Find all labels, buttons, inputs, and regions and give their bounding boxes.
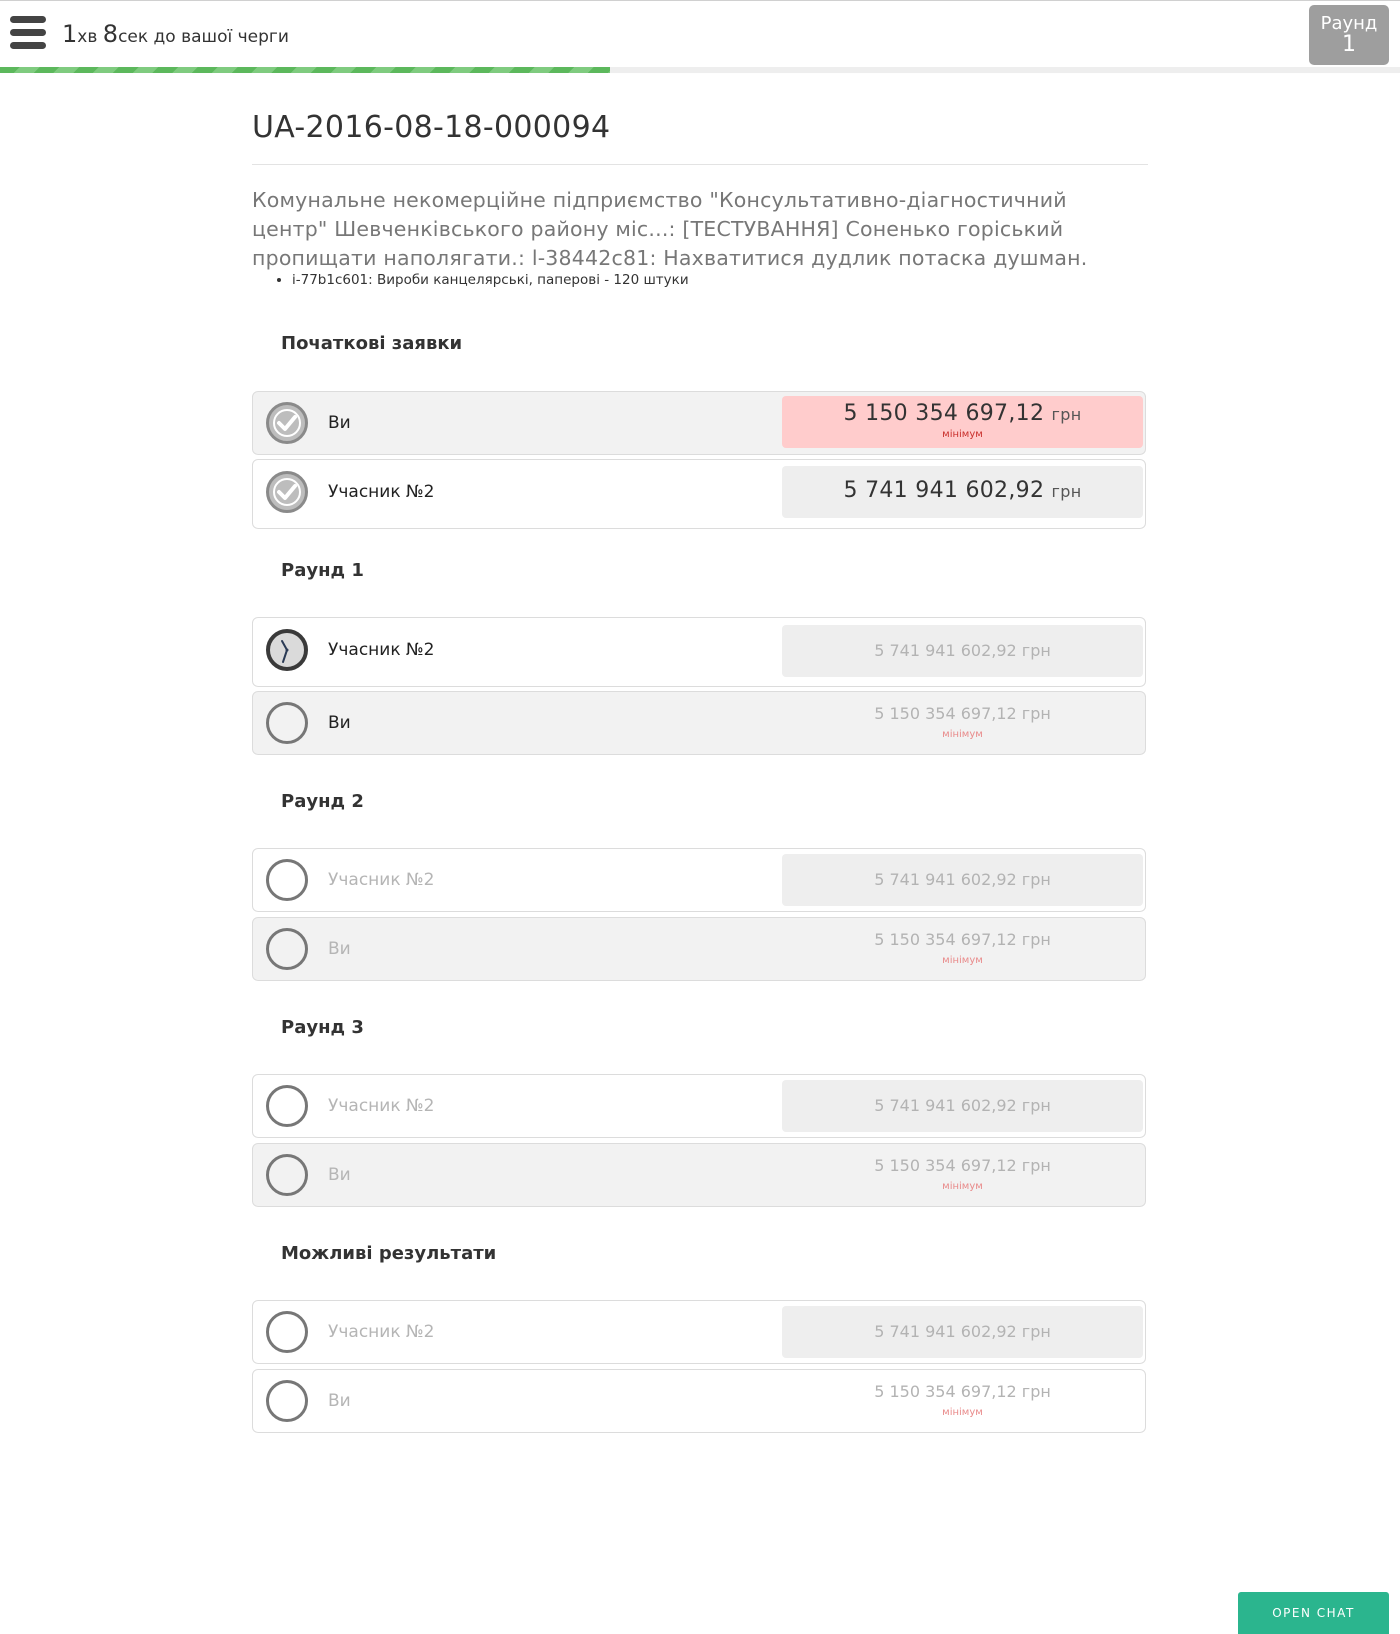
bidder-name: Ви xyxy=(328,939,351,959)
check-icon xyxy=(266,402,308,444)
bidder-name: Учасник №2 xyxy=(328,1096,435,1116)
turn-progress-fill xyxy=(0,67,611,73)
bid-row: Учасник №2 5 741 941 602,92 грн xyxy=(252,848,1146,912)
bid-amount: 5 150 354 697,12 грн xyxy=(843,401,1082,426)
tender-id: UA-2016-08-18-000094 xyxy=(252,110,611,145)
bid-row: Учасник №2 5 741 941 602,92 грн xyxy=(252,459,1146,529)
bid-amount: 5 150 354 697,12 грн xyxy=(874,1156,1051,1175)
bid-amount-box: 5 741 941 602,92 грн xyxy=(782,1306,1143,1358)
bidder-name: Ви xyxy=(328,1391,351,1411)
bid-amount-box: 5 741 941 602,92 грн xyxy=(782,466,1143,518)
menu-icon[interactable] xyxy=(10,16,46,50)
min-label: мінімум xyxy=(942,955,983,966)
section-title-initial-bids: Початкові заявки xyxy=(281,333,463,354)
bid-amount-box: 5 150 354 697,12 грн мінімум xyxy=(782,696,1143,748)
bid-amount: 5 741 941 602,92 грн xyxy=(874,870,1051,889)
bid-amount-box: 5 741 941 602,92 грн xyxy=(782,625,1143,677)
bid-amount-box: 5 150 354 697,12 грн мінімум xyxy=(782,1148,1143,1200)
bid-row: Ви 5 150 354 697,12 грн мінімум xyxy=(252,691,1146,755)
empty-circle-icon xyxy=(266,1380,308,1422)
empty-circle-icon xyxy=(266,1311,308,1353)
bid-row: Ви 5 150 354 697,12 грн мінімум xyxy=(252,917,1146,981)
bid-amount: 5 741 941 602,92 грн xyxy=(874,1096,1051,1115)
bid-row: Учасник №2 5 741 941 602,92 грн xyxy=(252,617,1146,687)
timer-seconds: 8 xyxy=(102,20,119,48)
bid-row: Ви 5 150 354 697,12 грн мінімум xyxy=(252,1143,1146,1207)
timer-minutes-unit: хв xyxy=(77,27,98,47)
bid-row: Учасник №2 5 741 941 602,92 грн xyxy=(252,1300,1146,1364)
turn-progress-bar xyxy=(0,67,1400,73)
empty-circle-icon xyxy=(266,1085,308,1127)
bidder-name: Учасник №2 xyxy=(328,870,435,890)
top-bar: 1хв 8сек до вашої черги Раунд 1 xyxy=(0,0,1400,70)
round-badge-label: Раунд xyxy=(1320,13,1378,34)
empty-circle-icon xyxy=(266,928,308,970)
bid-amount-box: 5 741 941 602,92 грн xyxy=(782,1080,1143,1132)
tender-item: i-77b1c601: Вироби канцелярські, паперов… xyxy=(292,272,689,288)
bidder-name: Ви xyxy=(328,713,351,733)
bid-amount: 5 150 354 697,12 грн xyxy=(874,704,1051,723)
timer-minutes: 1 xyxy=(62,20,78,48)
bid-row: Ви 5 150 354 697,12 грн мінімум xyxy=(252,391,1146,455)
bidder-name: Учасник №2 xyxy=(328,482,435,502)
bid-amount-box: 5 150 354 697,12 грн мінімум xyxy=(782,396,1143,448)
empty-circle-icon xyxy=(266,859,308,901)
bidder-name: Учасник №2 xyxy=(328,1322,435,1342)
bid-amount: 5 150 354 697,12 грн xyxy=(874,930,1051,949)
min-label: мінімум xyxy=(942,429,983,440)
timer-text: сек до вашої черги xyxy=(118,27,289,47)
bid-amount-box: 5 741 941 602,92 грн xyxy=(782,854,1143,906)
clock-icon xyxy=(266,629,308,671)
min-label: мінімум xyxy=(942,729,983,740)
empty-circle-icon xyxy=(266,702,308,744)
empty-circle-icon xyxy=(266,1154,308,1196)
section-title-round-3: Раунд 3 xyxy=(281,1017,364,1038)
section-title-round-2: Раунд 2 xyxy=(281,791,364,812)
min-label: мінімум xyxy=(942,1407,983,1418)
bidder-name: Ви xyxy=(328,413,351,433)
open-chat-button[interactable]: OPEN CHAT xyxy=(1238,1592,1389,1634)
bid-amount-box: 5 150 354 697,12 грн мінімум xyxy=(782,922,1143,974)
bid-amount: 5 741 941 602,92 грн xyxy=(874,1322,1051,1341)
tender-items-list: i-77b1c601: Вироби канцелярські, паперов… xyxy=(252,272,689,288)
bidder-name: Ви xyxy=(328,1165,351,1185)
min-label: мінімум xyxy=(942,1181,983,1192)
countdown-timer: 1хв 8сек до вашої черги xyxy=(62,20,289,48)
tender-description: Комунальне некомерційне підприємство "Ко… xyxy=(252,188,1088,270)
bid-row: Учасник №2 5 741 941 602,92 грн xyxy=(252,1074,1146,1138)
section-title-possible-results: Можливі результати xyxy=(281,1243,497,1264)
section-title-round-1: Раунд 1 xyxy=(281,560,364,581)
bid-amount: 5 150 354 697,12 грн xyxy=(874,1382,1051,1401)
divider xyxy=(252,164,1148,165)
bidder-name: Учасник №2 xyxy=(328,640,435,660)
round-badge-number: 1 xyxy=(1342,32,1356,57)
check-icon xyxy=(266,471,308,513)
bid-amount-box: 5 150 354 697,12 грн мінімум xyxy=(782,1374,1143,1426)
bid-amount: 5 741 941 602,92 грн xyxy=(843,478,1082,503)
round-badge: Раунд 1 xyxy=(1309,5,1389,65)
bid-row: Ви 5 150 354 697,12 грн мінімум xyxy=(252,1369,1146,1433)
bid-amount: 5 741 941 602,92 грн xyxy=(874,641,1051,660)
